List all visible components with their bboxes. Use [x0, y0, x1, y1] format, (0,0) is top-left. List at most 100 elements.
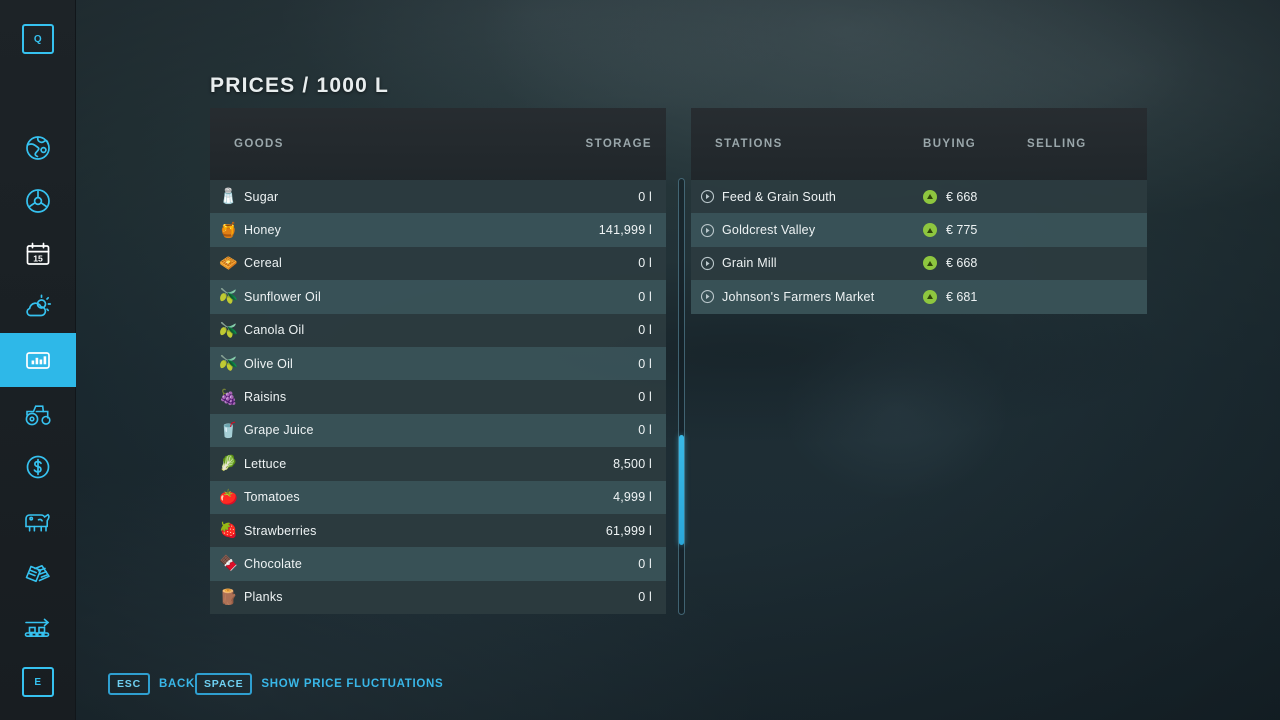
station-buying-cell: € 681: [923, 289, 977, 304]
sidebar-item-vehicle-overview[interactable]: [0, 174, 76, 228]
goods-row[interactable]: 🧇 Cereal 0 l: [210, 246, 666, 281]
olive-oil-icon: 🫒: [219, 355, 238, 373]
station-marker-icon: [700, 256, 715, 271]
hint-show-price-fluctuations[interactable]: SPACE SHOW PRICE FLUCTUATIONS: [195, 673, 443, 695]
goods-storage-value: 0 l: [638, 356, 652, 371]
dollar-coin-icon: [23, 452, 53, 482]
chocolate-icon: 🍫: [219, 555, 238, 573]
sidebar-prev-key[interactable]: Q: [22, 24, 54, 54]
station-row[interactable]: Goldcrest Valley € 775: [691, 213, 1147, 247]
stations-panel-header: STATIONS BUYING SELLING: [691, 108, 1147, 180]
goods-storage-value: 0 l: [638, 256, 652, 271]
goods-storage-value: 0 l: [638, 556, 652, 571]
goods-row[interactable]: 🧂 Sugar 0 l: [210, 180, 666, 214]
station-row[interactable]: Grain Mill € 668: [691, 246, 1147, 281]
goods-name: Canola Oil: [244, 323, 305, 338]
sidebar-item-prices[interactable]: [0, 333, 76, 387]
tractor-icon: [22, 399, 54, 429]
sidebar-item-calendar[interactable]: 15: [0, 227, 76, 281]
planks-icon: 🪵: [219, 588, 238, 606]
sidebar-item-weather[interactable]: [0, 280, 76, 334]
trend-up-icon: [923, 223, 937, 238]
lettuce-icon: 🥬: [219, 455, 238, 473]
goods-storage-value: 0 l: [638, 590, 652, 605]
column-header-storage: STORAGE: [585, 138, 652, 150]
goods-panel: GOODS STORAGE 🧂 Sugar 0 l 🍯 Honey 141,999 l 🧇 C…: [210, 108, 666, 615]
grape-juice-icon: 🥤: [219, 421, 238, 439]
goods-row[interactable]: 🫒 Canola Oil 0 l: [210, 313, 666, 347]
goods-name: Sunflower Oil: [244, 289, 321, 304]
goods-name: Lettuce: [244, 456, 287, 471]
station-name: Feed & Grain South: [722, 189, 837, 204]
goods-storage-value: 61,999 l: [605, 523, 652, 538]
goods-row[interactable]: 🫒 Olive Oil 0 l: [210, 346, 666, 381]
hint-back[interactable]: ESC BACK: [108, 673, 195, 695]
sidebar-item-vehicles[interactable]: [0, 387, 76, 441]
station-name: Johnson's Farmers Market: [722, 289, 875, 304]
prices-chart-icon: [23, 345, 53, 375]
goods-name: Honey: [244, 223, 282, 238]
page-title: PRICES / 1000 L: [210, 74, 390, 97]
station-row[interactable]: Feed & Grain South € 668: [691, 180, 1147, 214]
goods-row[interactable]: 🍓 Strawberries 61,999 l: [210, 513, 666, 548]
goods-name: Sugar: [244, 189, 279, 204]
station-buying-price: € 668: [946, 189, 978, 204]
station-marker-icon: [700, 190, 715, 204]
sidebar-item-animals[interactable]: [0, 494, 76, 548]
goods-row[interactable]: 🥬 Lettuce 8,500 l: [210, 447, 666, 481]
goods-row[interactable]: 🍫 Chocolate 0 l: [210, 547, 666, 581]
raisins-icon: 🍇: [219, 388, 238, 406]
sidebar: Q 15 E: [0, 0, 76, 720]
game-menu-screen: Q 15 E PRICES / 1000 L GOODS STORAGE 🧂 S…: [0, 0, 1280, 720]
sidebar-next-key[interactable]: E: [22, 667, 54, 697]
goods-name: Planks: [244, 590, 283, 605]
trend-up-icon: [923, 256, 937, 271]
goods-storage-value: 0 l: [638, 189, 652, 204]
main-content: PRICES / 1000 L GOODS STORAGE 🧂 Sugar 0 l 🍯…: [76, 0, 1280, 720]
column-header-stations: STATIONS: [715, 138, 783, 150]
sunflower-oil-icon: 🫒: [219, 288, 238, 306]
goods-storage-value: 0 l: [638, 289, 652, 304]
steering-wheel-icon: [23, 186, 53, 216]
goods-name: Strawberries: [244, 523, 317, 538]
goods-panel-header: GOODS STORAGE: [210, 108, 666, 180]
station-row[interactable]: Johnson's Farmers Market € 681: [691, 280, 1147, 314]
station-name: Goldcrest Valley: [722, 223, 816, 238]
stations-list: Feed & Grain South € 668 Goldcrest Valley €…: [691, 180, 1147, 314]
column-header-buying: BUYING: [923, 138, 977, 150]
goods-storage-value: 0 l: [638, 323, 652, 338]
key-esc: ESC: [108, 673, 150, 695]
goods-name: Grape Juice: [244, 423, 314, 438]
trend-up-icon: [923, 189, 937, 204]
sidebar-item-production[interactable]: [0, 601, 76, 655]
goods-scrollbar-thumb[interactable]: [679, 435, 684, 545]
weather-icon: [23, 292, 53, 322]
production-icon: [21, 613, 55, 643]
key-space: SPACE: [195, 673, 253, 695]
goods-row[interactable]: 🪵 Planks 0 l: [210, 580, 666, 615]
strawberries-icon: 🍓: [219, 522, 238, 540]
station-buying-price: € 668: [946, 256, 978, 271]
goods-scrollbar-track[interactable]: [678, 178, 685, 615]
goods-row[interactable]: 🫒 Sunflower Oil 0 l: [210, 280, 666, 314]
station-buying-price: € 775: [946, 223, 978, 238]
goods-name: Olive Oil: [244, 356, 294, 371]
station-buying-cell: € 775: [923, 223, 978, 238]
tomatoes-icon: 🍅: [219, 488, 238, 506]
sidebar-item-contracts[interactable]: [0, 547, 76, 601]
goods-row[interactable]: 🥤 Grape Juice 0 l: [210, 413, 666, 448]
footer-hints: ESC BACK SPACE SHOW PRICE FLUCTUATIONS: [76, 658, 1280, 720]
goods-name: Cereal: [244, 256, 283, 271]
stations-panel: STATIONS BUYING SELLING Feed & Grain Sou…: [691, 108, 1147, 314]
calendar-icon: 15: [23, 239, 53, 269]
sidebar-item-map[interactable]: [0, 121, 76, 175]
cow-icon: [21, 506, 55, 536]
sidebar-item-finances[interactable]: [0, 440, 76, 494]
contracts-icon: [22, 559, 54, 589]
goods-list: 🧂 Sugar 0 l 🍯 Honey 141,999 l 🧇 Cereal 0 l 🫒 Sunfl…: [210, 180, 666, 615]
goods-row[interactable]: 🍇 Raisins 0 l: [210, 380, 666, 414]
sugar-icon: 🧂: [219, 188, 238, 206]
goods-row[interactable]: 🍅 Tomatoes 4,999 l: [210, 480, 666, 514]
goods-row[interactable]: 🍯 Honey 141,999 l: [210, 213, 666, 247]
goods-name: Chocolate: [244, 556, 303, 571]
